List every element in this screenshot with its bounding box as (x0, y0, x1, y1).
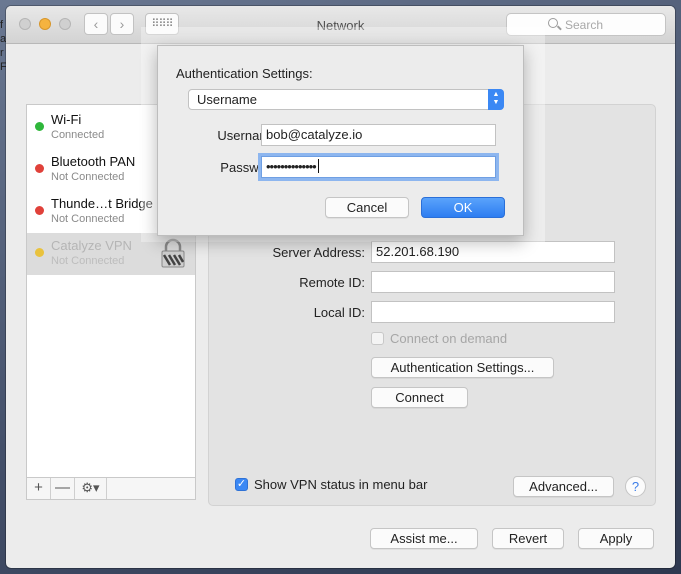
apply-button[interactable]: Apply (578, 528, 654, 549)
vpn-lock-icon (161, 238, 185, 268)
status-dot-icon (35, 206, 44, 215)
server-address-field[interactable]: 52.201.68.190 (371, 241, 615, 263)
server-address-label: Server Address: (272, 245, 366, 260)
local-id-label: Local ID: (313, 305, 365, 320)
cancel-button[interactable]: Cancel (325, 197, 409, 218)
service-name: Bluetooth PAN (51, 154, 136, 169)
show-vpn-status-label: Show VPN status in menu bar (254, 477, 428, 492)
remote-id-field[interactable] (371, 271, 615, 293)
password-field[interactable]: •••••••••••••• (261, 156, 496, 178)
help-button[interactable]: ? (625, 476, 646, 497)
authentication-settings-sheet: Authentication Settings: Username ▲ ▼ Use… (157, 45, 524, 236)
status-dot-icon (35, 248, 44, 257)
add-service-button[interactable]: + (27, 478, 51, 499)
remove-service-button[interactable]: — (51, 478, 75, 499)
service-status: Not Connected (51, 213, 125, 225)
service-status: Not Connected (51, 255, 125, 267)
revert-button[interactable]: Revert (492, 528, 564, 549)
checkmark-icon: ✓ (235, 478, 248, 491)
service-status: Connected (51, 129, 105, 141)
text-caret (317, 159, 319, 173)
connect-on-demand-label: Connect on demand (390, 331, 508, 346)
status-dot-icon (35, 122, 44, 131)
status-dot-icon (35, 164, 44, 173)
sheet-title: Authentication Settings: (176, 66, 313, 81)
service-name: Catalyze VPN (51, 238, 132, 253)
authentication-method-value: Username (197, 92, 257, 107)
advanced-button[interactable]: Advanced... (513, 476, 614, 497)
service-actions-gear-button[interactable]: ⚙▾ (75, 478, 107, 499)
local-id-field[interactable] (371, 301, 615, 323)
checkbox-box (371, 332, 384, 345)
authentication-settings-button[interactable]: Authentication Settings... (371, 357, 554, 378)
remote-id-label: Remote ID: (299, 275, 365, 290)
ok-button[interactable]: OK (421, 197, 505, 218)
search-icon (548, 18, 558, 28)
service-name: Wi-Fi (51, 112, 82, 127)
username-field[interactable]: bob@catalyze.io (261, 124, 496, 146)
password-dots: •••••••••••••• (266, 159, 317, 174)
connect-button[interactable]: Connect (371, 387, 468, 408)
service-status: Not Connected (51, 171, 125, 183)
search-placeholder: Search (565, 18, 604, 32)
popup-up-down-arrows-icon: ▲ ▼ (488, 89, 504, 110)
assist-me-button[interactable]: Assist me... (370, 528, 478, 549)
service-list-toolbar: + — ⚙▾ (26, 478, 196, 500)
service-name: Thunde…t Bridge (51, 196, 153, 211)
authentication-method-popup[interactable]: Username ▲ ▼ (188, 89, 504, 110)
